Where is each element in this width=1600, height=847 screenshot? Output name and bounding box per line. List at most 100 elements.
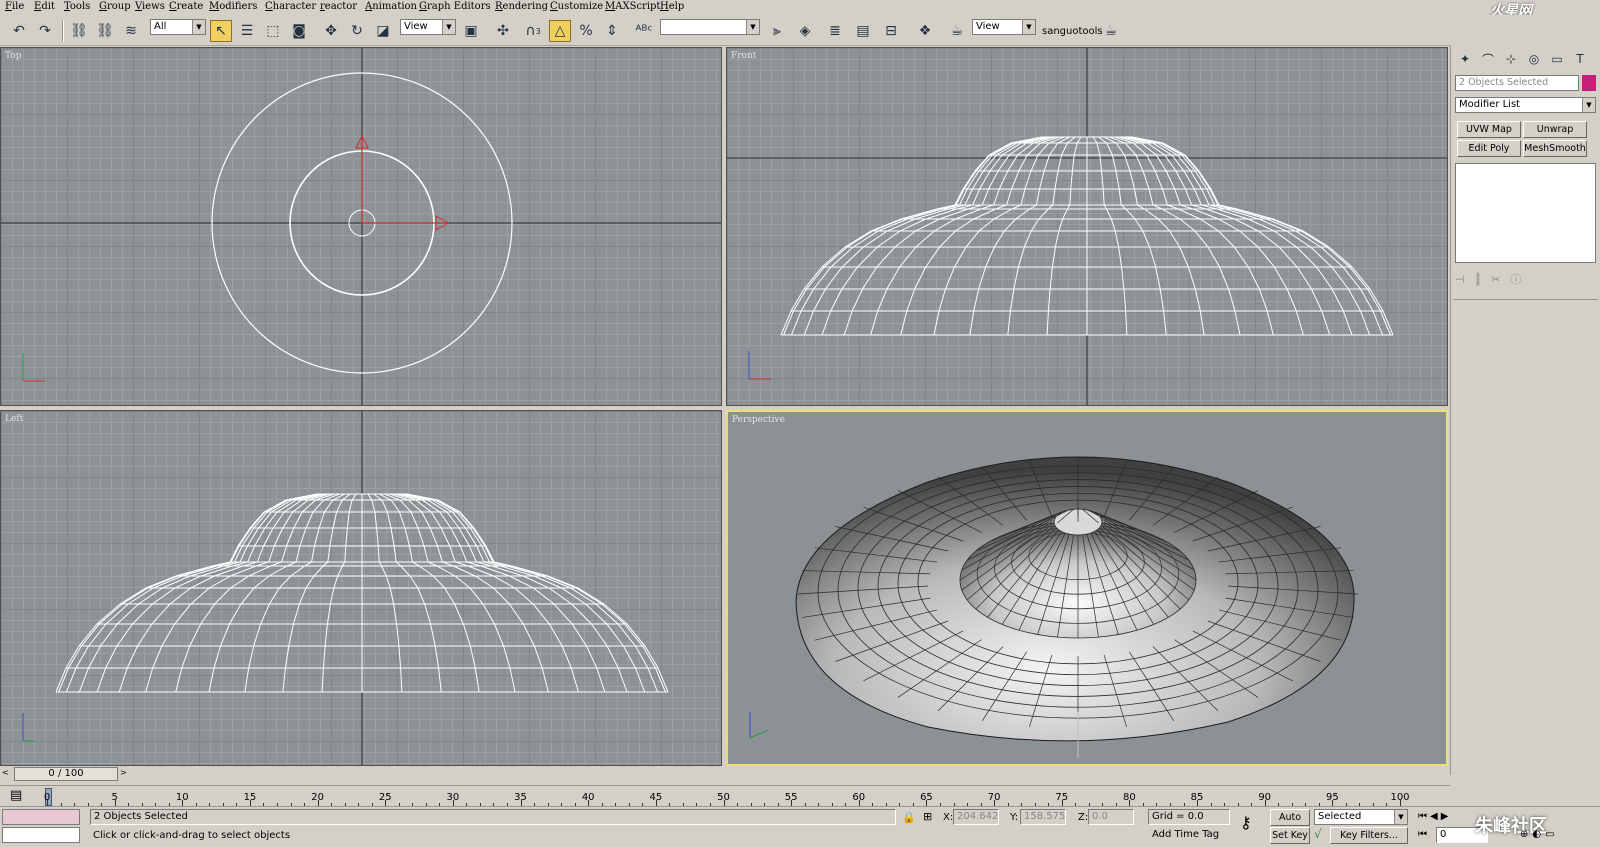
menu-edit[interactable]: Edit	[34, 1, 55, 12]
time-slider[interactable]: < 0 / 100 >	[0, 766, 1450, 782]
key-icon[interactable]: ⚷	[1240, 813, 1252, 832]
viewport-nav-controls[interactable]: ⊕◐▭	[1520, 829, 1559, 840]
unwrap-uvw-button[interactable]: Unwrap UVW	[1523, 121, 1587, 150]
absolute-mode-icon[interactable]: ⊞	[923, 810, 932, 823]
track-bar[interactable]: ▤ 0 5 10 15 20 25 30 35 40 45 50 55 60 65 70 75 80 85 90 95…	[0, 785, 1450, 806]
menu-graph-editors[interactable]: Graph Editors	[419, 1, 491, 12]
spinner-snap-icon[interactable]: ⇕	[601, 20, 623, 42]
curve-editor-icon[interactable]: ▤	[852, 20, 874, 42]
ruler-tick-label: 80	[1123, 792, 1136, 803]
select-by-name-icon[interactable]: ☰	[236, 20, 258, 42]
undo-icon[interactable]: ↶	[8, 20, 30, 42]
bind-space-warp-icon[interactable]: ≋	[120, 20, 142, 42]
menu-file[interactable]: File	[5, 1, 24, 12]
material-editor-icon[interactable]: ❖	[914, 20, 936, 42]
ruler-tick-label: 0	[43, 792, 51, 803]
menu-maxscript[interactable]: MAXScript	[605, 1, 660, 12]
modifier-list-dropdown[interactable]: Modifier List ▼	[1455, 97, 1596, 113]
modify-tab-icon[interactable]: ⌒	[1478, 49, 1498, 69]
create-tab-icon[interactable]: ✦	[1455, 49, 1475, 69]
menu-modifiers[interactable]: Modifiers	[209, 1, 257, 12]
set-key-button[interactable]: Set Key	[1270, 827, 1310, 844]
quick-render-icon[interactable]: ☕	[1100, 20, 1122, 42]
ruler-tick-label: 85	[1190, 792, 1204, 803]
render-type-dropdown[interactable]: View ▼	[972, 19, 1036, 35]
maxscript-listener-pink[interactable]	[2, 809, 80, 825]
viewport-perspective[interactable]: Perspective	[726, 410, 1448, 766]
command-panel: ✦ ⌒ ⊹ ◎ ▭ T 2 Objects Selected Modifier …	[1450, 45, 1600, 775]
selection-filter-dropdown[interactable]: All ▼	[150, 19, 206, 35]
playback-controls[interactable]: ⏮◀▶	[1418, 811, 1451, 822]
y-coordinate-field[interactable]: 158.575	[1020, 809, 1066, 825]
redo-icon[interactable]: ↷	[34, 20, 56, 42]
menu-tools[interactable]: Tools	[64, 1, 90, 12]
time-slider-thumb[interactable]: 0 / 100	[14, 767, 118, 781]
menu-group[interactable]: Group	[99, 1, 131, 12]
named-selection-dropdown[interactable]: ▼	[660, 19, 760, 35]
reference-coordinate-dropdown[interactable]: View ▼	[400, 19, 456, 35]
percent-snap-icon[interactable]: %	[575, 20, 597, 42]
menu-reactor[interactable]: reactor	[320, 1, 357, 12]
edit-poly-button[interactable]: Edit Poly	[1457, 140, 1521, 157]
select-and-link-icon[interactable]: ⛓	[68, 20, 90, 42]
manipulate-icon[interactable]: ✣	[492, 20, 514, 42]
viewport-top[interactable]: Top	[0, 47, 722, 406]
track-bar-menu-icon[interactable]: ▤	[10, 788, 22, 803]
meshsmooth-button[interactable]: MeshSmooth	[1523, 140, 1587, 157]
edit-named-selection-icon[interactable]: ᴬᴮᶜ	[633, 20, 655, 42]
ruler-tick-label: 50	[717, 792, 730, 803]
window-crossing-icon[interactable]: ◙	[288, 20, 310, 42]
rotate-icon[interactable]: ↻	[346, 20, 368, 42]
maxscript-listener-white[interactable]	[2, 827, 80, 843]
display-tab-icon[interactable]: ▭	[1547, 49, 1567, 69]
menu-character[interactable]: Character	[265, 1, 316, 12]
ruler-tick-label: 90	[1258, 792, 1272, 803]
layer-manager-icon[interactable]: ≣	[824, 20, 846, 42]
perspective-shaded-model	[749, 456, 1359, 758]
pivot-center-icon[interactable]: ▣	[460, 20, 482, 42]
object-name-field[interactable]: 2 Objects Selected	[1455, 75, 1579, 91]
key-mode-dropdown[interactable]: Selected ▼	[1314, 809, 1408, 825]
menu-animation[interactable]: Animation	[365, 1, 417, 12]
align-icon[interactable]: ◈	[794, 20, 816, 42]
render-scene-icon[interactable]: ☕	[946, 20, 968, 42]
mirror-icon[interactable]: ⫸	[766, 20, 788, 42]
menu-bar: File Edit Tools Group Views Create Modif…	[0, 0, 1600, 15]
add-time-tag[interactable]: Add Time Tag	[1148, 827, 1230, 843]
unlink-icon[interactable]: ⛓	[94, 20, 116, 42]
schematic-view-icon[interactable]: ⊟	[880, 20, 902, 42]
z-coordinate-field[interactable]: 0.0	[1088, 809, 1134, 825]
menu-create[interactable]: Create	[169, 1, 203, 12]
menu-rendering[interactable]: Rendering	[495, 1, 548, 12]
viewport-left[interactable]: Left	[0, 410, 722, 766]
ruler-tick-label: 75	[1055, 792, 1069, 803]
viewport-front[interactable]: Front	[726, 47, 1448, 406]
time-slider-next-icon[interactable]: >	[120, 768, 128, 780]
default-tangent-icon[interactable]: √	[1314, 827, 1322, 841]
key-filters-button[interactable]: Key Filters...	[1330, 827, 1408, 844]
hierarchy-tab-icon[interactable]: ⊹	[1501, 49, 1521, 69]
modifier-stack-list[interactable]	[1455, 163, 1596, 263]
top-view-wireframe	[1, 48, 721, 405]
move-icon[interactable]: ✥	[320, 20, 342, 42]
snap-toggle-icon[interactable]: ∩ 3	[522, 20, 544, 42]
go-to-start-icon[interactable]: ⏮	[1418, 829, 1427, 840]
menu-views[interactable]: Views	[135, 1, 165, 12]
ruler-tick-label: 10	[175, 792, 189, 803]
select-object-icon[interactable]: ↖	[210, 20, 232, 42]
utilities-tab-icon[interactable]: T	[1570, 49, 1590, 69]
angle-snap-icon[interactable]: △	[549, 20, 571, 42]
grid-size-display: Grid = 0.0	[1148, 809, 1230, 825]
auto-key-button[interactable]: Auto Key	[1270, 809, 1310, 838]
menu-help[interactable]: Help	[660, 1, 684, 12]
shaded-dome-mesh	[795, 456, 1359, 742]
x-coordinate-field[interactable]: 204.642	[953, 809, 999, 825]
object-color-swatch[interactable]	[1582, 75, 1596, 91]
uvw-map-button[interactable]: UVW Map	[1457, 121, 1521, 138]
rectangular-selection-icon[interactable]: ⬚	[262, 20, 284, 42]
menu-customize[interactable]: Customize	[550, 1, 603, 12]
motion-tab-icon[interactable]: ◎	[1524, 49, 1544, 69]
time-slider-prev-icon[interactable]: <	[2, 768, 10, 780]
scale-icon[interactable]: ◪	[372, 20, 394, 42]
lock-icon[interactable]: 🔒	[902, 811, 916, 824]
